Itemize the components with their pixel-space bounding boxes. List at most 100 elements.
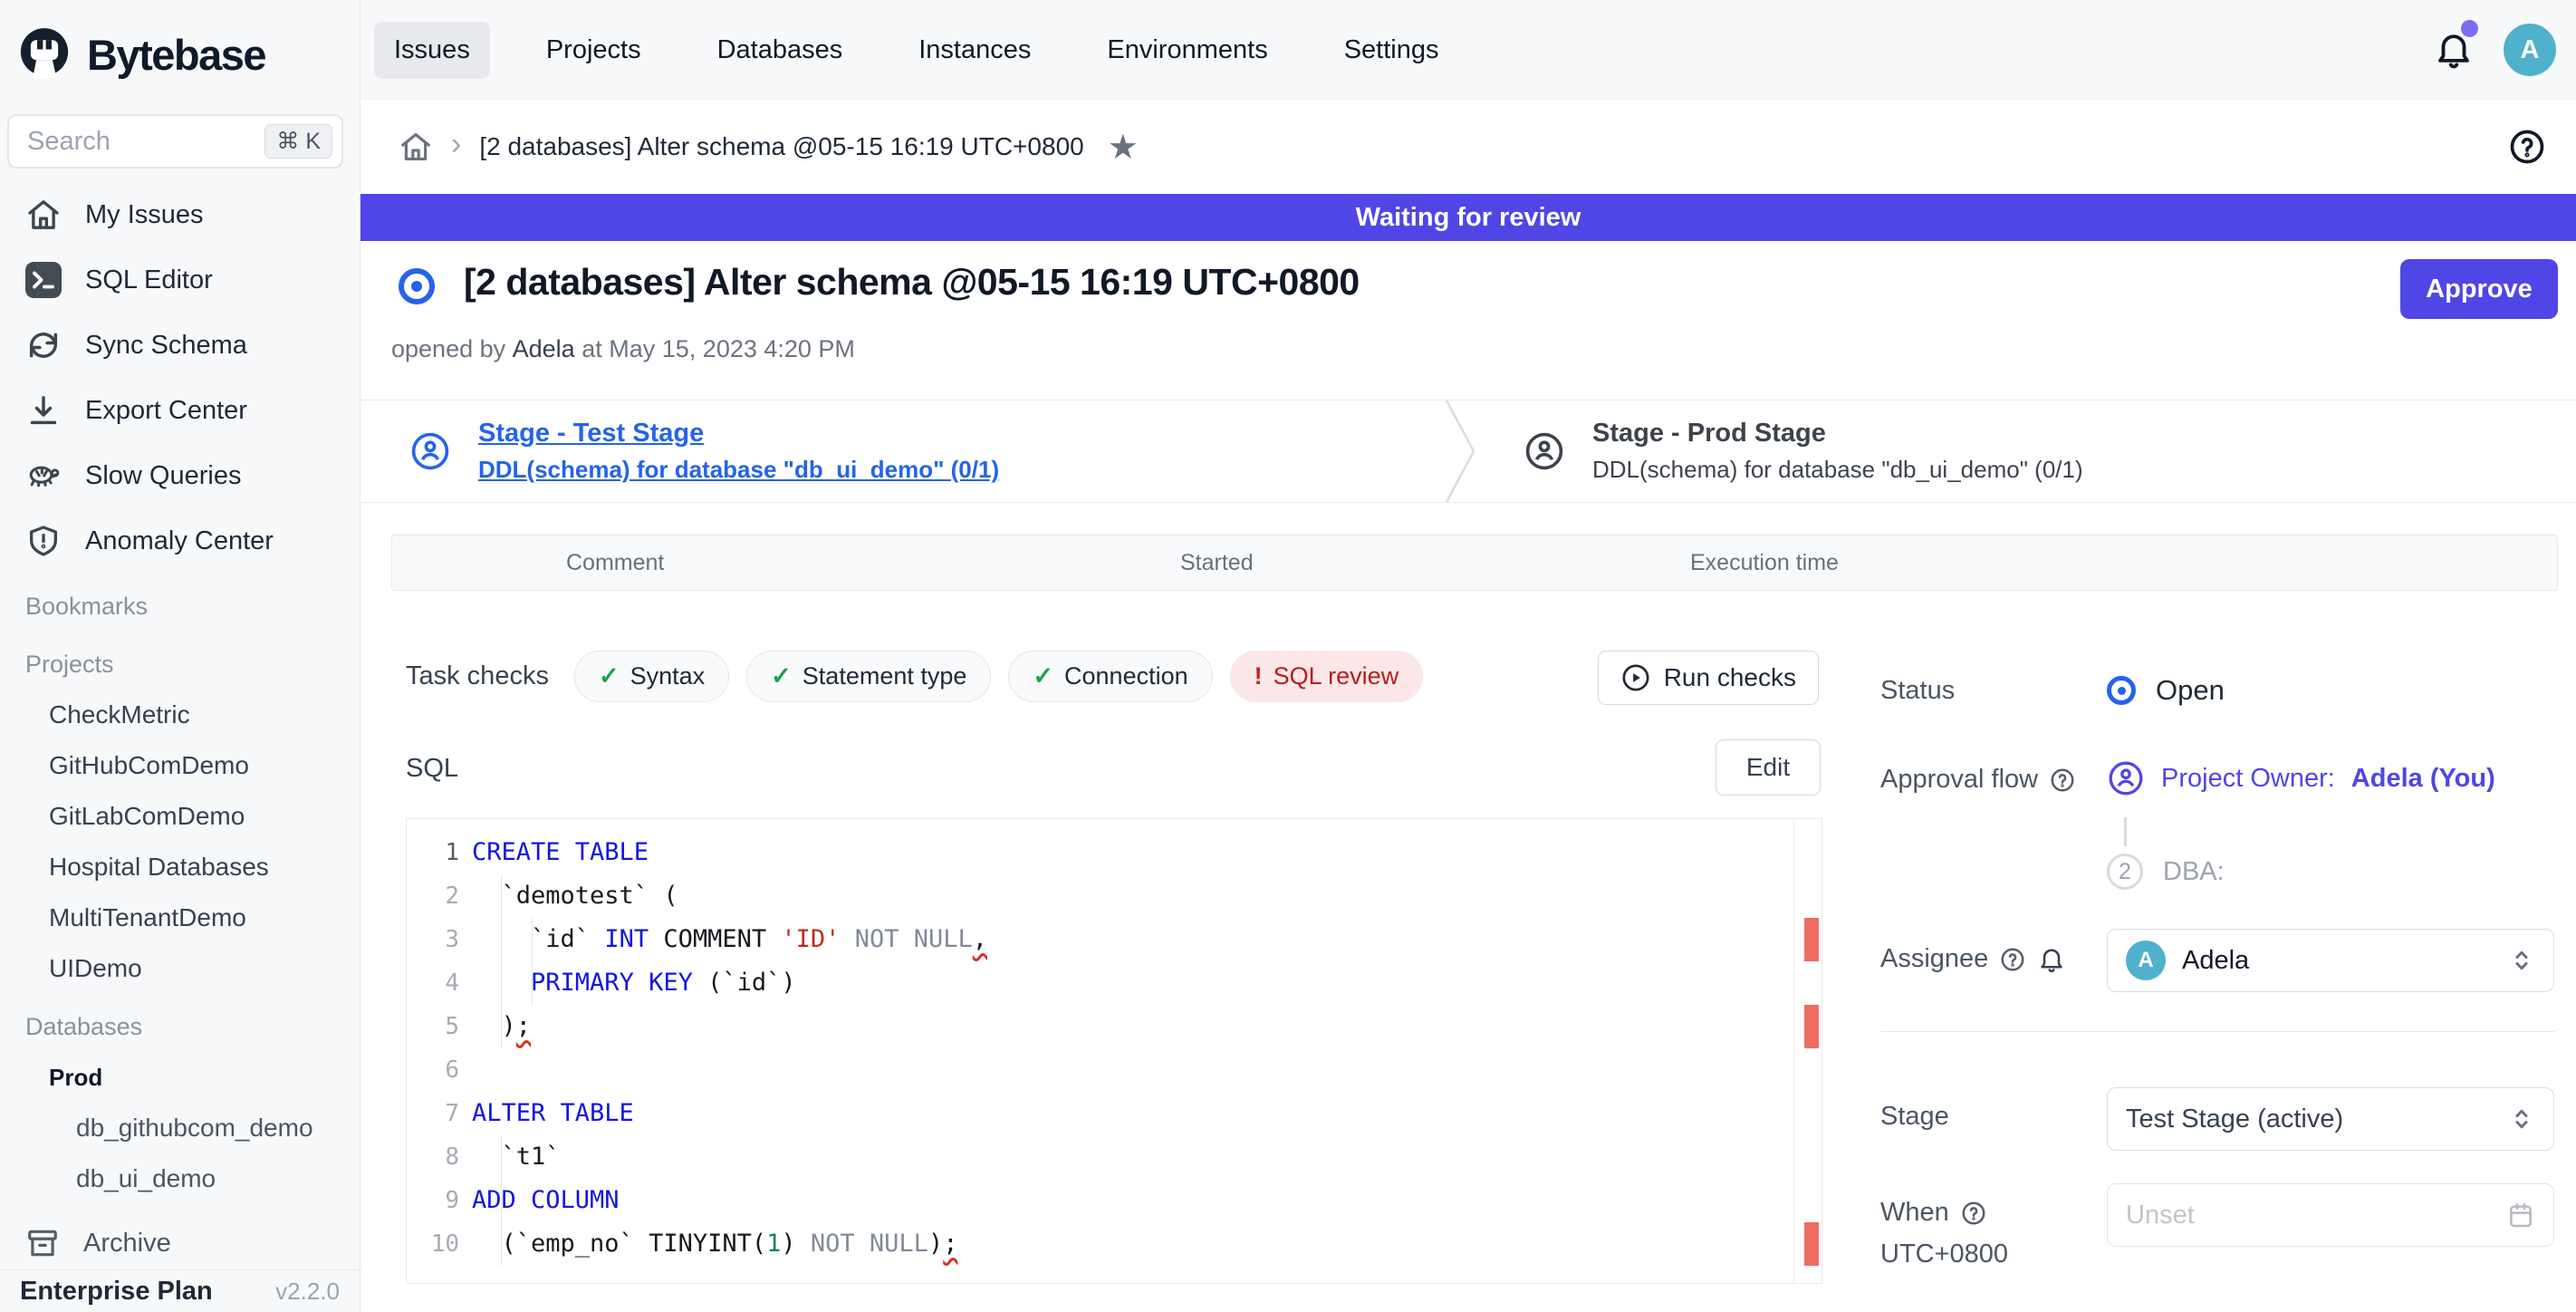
approver-name[interactable]: Adela (You) [2351,764,2495,794]
line-number: 8 [407,1135,459,1179]
star-icon[interactable]: ★ [1108,127,1139,168]
sql-line-9: 9ADD COLUMN [407,1179,1821,1222]
issue-meta: opened by Adela at May 15, 2023 4:20 PM [391,335,855,363]
sidebar-project-checkmetric[interactable]: CheckMetric [0,690,360,740]
sql-label: SQL [406,754,458,784]
tab-instances[interactable]: Instances [899,22,1051,79]
stage-task-link[interactable]: DDL(schema) for database "db_ui_demo" (0… [1592,456,2083,484]
issue-open-status-icon [399,268,435,304]
line-number: 10 [407,1222,459,1266]
tab-projects[interactable]: Projects [526,22,661,79]
stage-task-link[interactable]: DDL(schema) for database "db_ui_demo" (0… [478,456,999,484]
stage-test-stage[interactable]: Stage - Test Stage DDL(schema) for datab… [409,400,999,502]
sync-icon [25,327,62,363]
sql-line-2: 2 `demotest` ( [407,874,1821,918]
stage-title[interactable]: Stage - Prod Stage [1592,419,2083,449]
error-icon: ! [1254,662,1263,690]
stage-select[interactable]: Test Stage (active) [2107,1087,2554,1151]
sidebar-item-slow-queries[interactable]: Slow Queries [0,443,360,508]
projects-section-header: Projects [0,639,360,690]
editor-scrollbar[interactable] [1793,819,1794,1283]
sql-editor[interactable]: 1CREATE TABLE2 `demotest` (3 `id` INT CO… [406,818,1822,1284]
home-icon[interactable] [399,130,433,164]
check-pill-statement-type[interactable]: ✓Statement type [746,651,991,702]
notifications-bell-icon[interactable] [2433,29,2475,71]
sidebar: Bytebase Search ⌘ K My IssuesSQL EditorS… [0,0,360,1312]
run-checks-label: Run checks [1664,663,1796,692]
edit-sql-button[interactable]: Edit [1716,739,1821,796]
sql-line-3: 3 `id` INT COMMENT 'ID' NOT NULL, [407,918,1821,961]
sidebar-project-hospital-databases[interactable]: Hospital Databases [0,842,360,892]
search-input[interactable]: Search ⌘ K [7,114,343,169]
status-value: Open [2156,674,2225,707]
chevron-up-down-icon [2508,1105,2535,1133]
stage-prod-stage[interactable]: Stage - Prod Stage DDL(schema) for datab… [1523,400,2083,502]
approve-button[interactable]: Approve [2400,259,2558,319]
question-circle-icon[interactable] [2049,767,2076,794]
check-pill-connection[interactable]: ✓Connection [1008,651,1212,702]
home-icon [25,197,62,233]
check-pill-list: ✓Syntax ✓Statement type ✓Connection !SQL re… [574,651,1423,702]
sidebar-item-sql-editor[interactable]: SQL Editor [0,247,360,313]
database-env-prod: Prod [0,1052,360,1103]
person-circle-icon [409,430,451,472]
brand-logo[interactable]: Bytebase [0,0,360,92]
plan-row: Enterprise Plan v2.2.0 [0,1269,360,1312]
databases-section-header: Databases [0,1001,360,1052]
sidebar-item-sync-schema[interactable]: Sync Schema [0,313,360,378]
bytebase-app: Bytebase Search ⌘ K My IssuesSQL EditorS… [0,0,2576,1312]
sidebar-item-archive[interactable]: Archive [0,1213,360,1273]
user-avatar[interactable]: A [2504,24,2556,76]
sidebar-project-multitenantdemo[interactable]: MultiTenantDemo [0,892,360,943]
when-datetime-input[interactable]: Unset [2107,1183,2554,1247]
sql-line-10: 10 (`emp_no` TINYINT(1) NOT NULL); [407,1222,1821,1266]
indent-guide [501,874,502,1048]
bookmarks-section-header: Bookmarks [0,581,360,632]
check-pill-sql-review[interactable]: !SQL review [1230,651,1424,702]
search-placeholder: Search [27,127,264,157]
question-circle-icon[interactable] [1960,1200,1987,1227]
stage-select-value: Test Stage (active) [2126,1105,2343,1134]
calendar-icon [2506,1201,2535,1230]
sidebar-project-gitlabcomdemo[interactable]: GitLabComDemo [0,791,360,842]
subscribe-bell-icon[interactable] [2037,945,2066,974]
approver-role: Project Owner: [2161,764,2335,794]
column-started: Started [1180,550,1254,576]
sidebar-nav: My IssuesSQL EditorSync SchemaExport Cen… [0,182,360,1273]
plan-name: Enterprise Plan [20,1277,213,1307]
indent-guide [501,1135,502,1266]
issue-header: [2 databases] Alter schema @05-15 16:19 … [360,241,2576,341]
tab-databases[interactable]: Databases [697,22,863,79]
breadcrumb-title[interactable]: [2 databases] Alter schema @05-15 16:19 … [479,132,1083,161]
brand-name: Bytebase [87,30,265,80]
tab-environments[interactable]: Environments [1087,22,1287,79]
task-table-header: Comment Started Execution time [391,535,2558,591]
status-label: Status [1880,676,1955,706]
sidebar-database-db_ui_demo[interactable]: db_ui_demo [0,1153,360,1204]
error-marker-line-5 [1804,1005,1819,1048]
sidebar-database-db_githubcom_demo[interactable]: db_githubcom_demo [0,1103,360,1153]
check-pill-syntax[interactable]: ✓Syntax [574,651,729,702]
sidebar-project-githubcomdemo[interactable]: GitHubComDemo [0,740,360,791]
sidebar-item-anomaly-center[interactable]: Anomaly Center [0,508,360,574]
stage-title[interactable]: Stage - Test Stage [478,419,999,449]
assignee-select[interactable]: A Adela [2107,929,2554,992]
sidebar-project-uidemo[interactable]: UIDemo [0,943,360,994]
issue-author[interactable]: Adela [513,335,575,362]
error-marker-line-3 [1804,918,1819,961]
sidebar-item-export-center[interactable]: Export Center [0,378,360,443]
line-number: 1 [407,831,459,874]
line-number: 5 [407,1005,459,1048]
stage-pipeline: Stage - Test Stage DDL(schema) for datab… [360,400,2576,503]
sidebar-item-my-issues[interactable]: My Issues [0,182,360,247]
task-checks-label: Task checks [406,661,549,691]
help-icon[interactable] [2507,127,2547,167]
question-circle-icon[interactable] [1999,946,2026,973]
topbar: Issues Projects Databases Instances Environm… [360,0,2576,100]
run-checks-button[interactable]: Run checks [1598,651,1819,705]
sql-line-4: 4 PRIMARY KEY (`id`) [407,961,1821,1005]
sql-line-6: 6 [407,1048,1821,1092]
person-circle-icon [1523,430,1565,472]
tab-settings[interactable]: Settings [1324,22,1459,79]
tab-issues[interactable]: Issues [374,22,490,79]
